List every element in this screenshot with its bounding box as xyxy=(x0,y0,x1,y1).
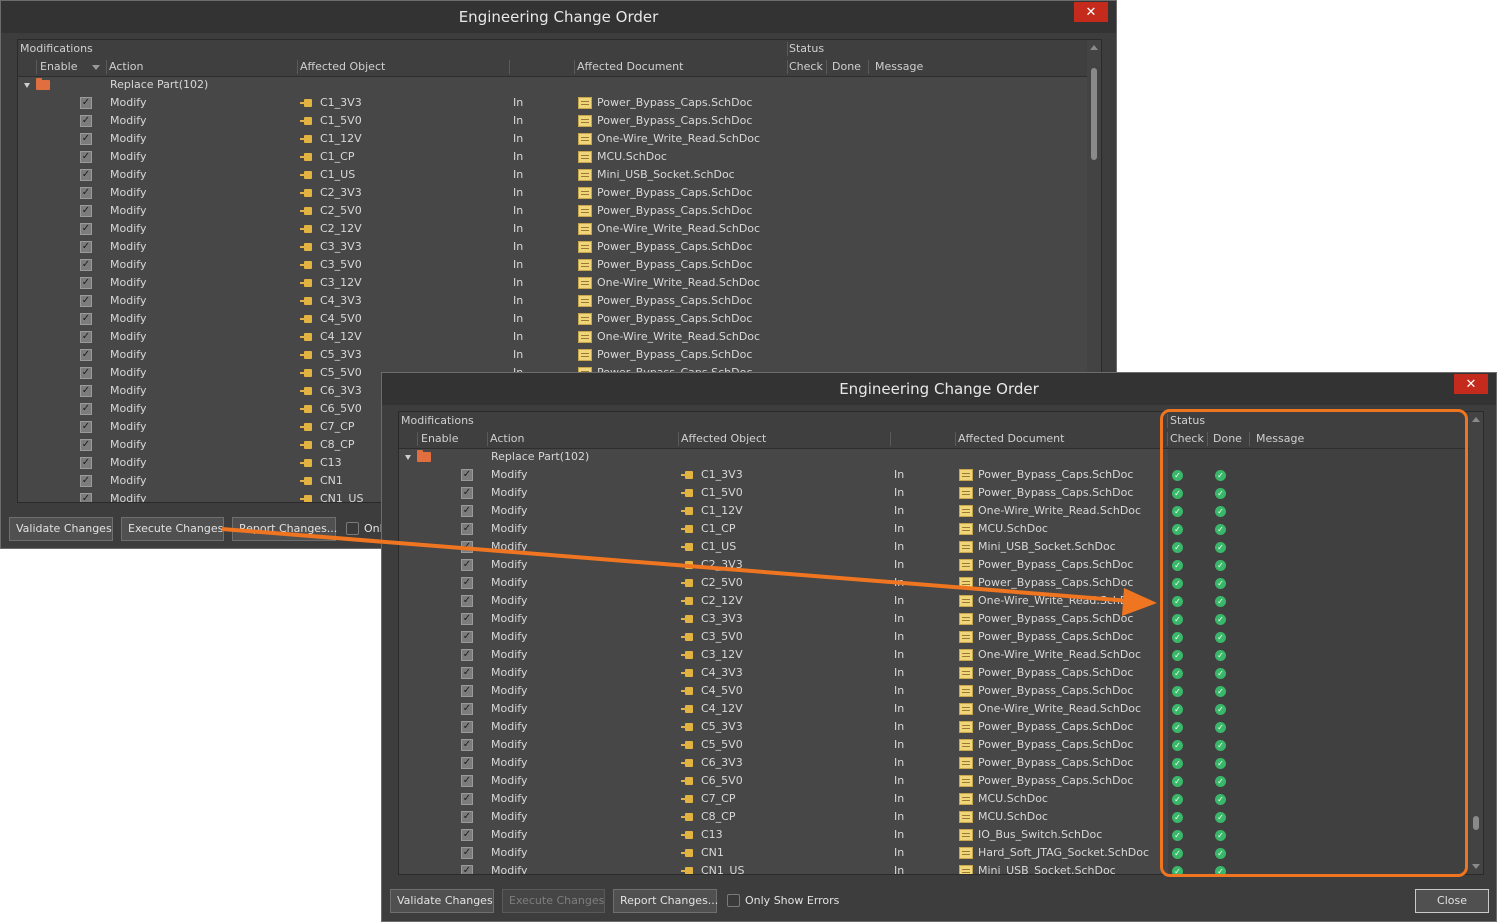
arrow-head xyxy=(1122,588,1157,616)
callout-arrow xyxy=(221,527,1157,616)
arrow-shaft xyxy=(221,527,1131,603)
